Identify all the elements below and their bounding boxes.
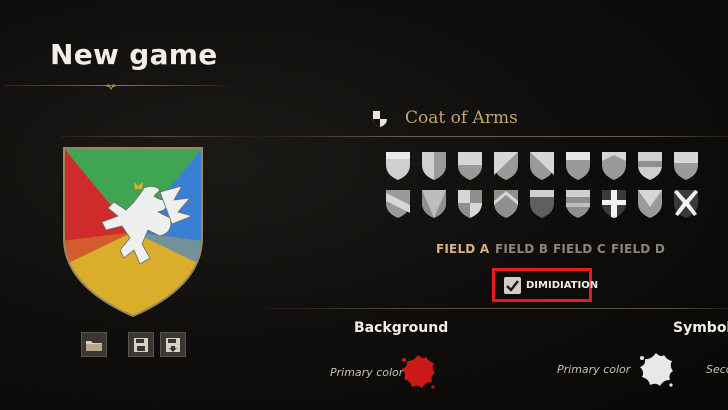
symbol-secondary-color-label: Secondary color <box>706 363 728 376</box>
pattern-quarterly-icon[interactable] <box>457 189 483 219</box>
symbol-primary-color-swatch[interactable] <box>636 350 676 390</box>
page-title: New game <box>50 38 218 71</box>
pattern-saltire-icon[interactable] <box>673 189 699 219</box>
pattern-chevronel-icon[interactable] <box>493 189 519 219</box>
load-button[interactable] <box>160 332 186 357</box>
tab-field-c[interactable]: FIELD C <box>553 242 606 256</box>
open-button[interactable] <box>81 332 107 357</box>
bottom-divider <box>262 308 728 309</box>
dimidiation-checkbox[interactable] <box>504 277 521 294</box>
save-icon <box>134 337 148 352</box>
pattern-per-fess-icon[interactable] <box>457 151 483 181</box>
pattern-bend-icon[interactable] <box>385 189 411 219</box>
pattern-per-saltire-left-icon[interactable] <box>421 189 447 219</box>
pattern-per-bend-icon[interactable] <box>493 151 519 181</box>
left-divider <box>60 136 260 137</box>
background-primary-color-label: Primary color <box>330 366 404 379</box>
load-icon <box>166 337 180 352</box>
checkmark-icon <box>506 280 519 292</box>
background-heading: Background <box>354 320 449 336</box>
pattern-chevron-icon[interactable] <box>601 151 627 181</box>
pattern-base-icon[interactable] <box>673 151 699 181</box>
tab-field-a[interactable]: FIELD A <box>436 242 489 256</box>
quartered-shield-icon <box>373 111 387 127</box>
background-primary-color-swatch[interactable] <box>398 352 438 392</box>
pattern-per-pale-icon[interactable] <box>421 151 447 181</box>
tab-field-b[interactable]: FIELD B <box>495 242 548 256</box>
pattern-pile-icon[interactable] <box>637 189 663 219</box>
tab-field-d[interactable]: FIELD D <box>611 242 665 256</box>
pattern-pale-band-icon[interactable] <box>565 189 591 219</box>
symbol-primary-color-label: Primary color <box>557 363 631 376</box>
coat-of-arms-preview <box>63 147 203 318</box>
pattern-per-bend-sinister-icon[interactable] <box>529 151 555 181</box>
section-title: Coat of Arms <box>405 108 518 128</box>
title-ornament-icon <box>105 84 117 90</box>
pattern-cross-icon[interactable] <box>601 189 627 219</box>
pattern-chief-icon[interactable] <box>565 151 591 181</box>
pattern-chief-band-icon[interactable] <box>529 189 555 219</box>
symbol-heading: Symbol <box>673 320 728 336</box>
folder-icon <box>86 340 102 351</box>
dimidiation-label: DIMIDIATION <box>526 280 599 291</box>
pattern-plain-icon[interactable] <box>385 151 411 181</box>
section-divider <box>262 136 728 137</box>
pattern-fess-icon[interactable] <box>637 151 663 181</box>
save-button[interactable] <box>128 332 154 357</box>
